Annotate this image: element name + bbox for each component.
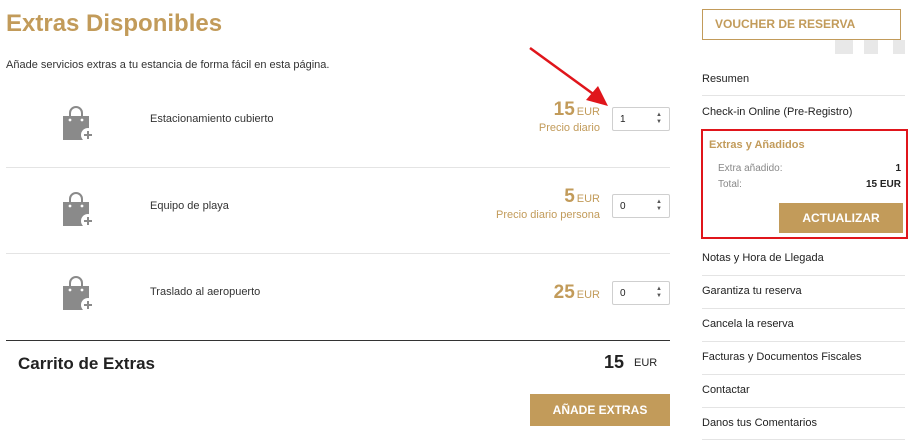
- sidebar-divider: [702, 308, 905, 309]
- panel-title[interactable]: Extras y Añadidos: [709, 139, 805, 151]
- price-currency: EUR: [576, 289, 600, 301]
- total-value: 15 EUR: [865, 179, 901, 190]
- quantity-select[interactable]: 0 ▲ ▼: [612, 194, 670, 218]
- select-arrows-icon: ▲ ▼: [656, 112, 662, 125]
- cart-amount: 15: [604, 352, 625, 372]
- select-arrows-icon: ▲ ▼: [656, 286, 662, 299]
- page-title: Extras Disponibles: [6, 10, 223, 37]
- extra-name: Traslado al aeropuerto: [150, 286, 261, 298]
- price-currency: EUR: [576, 193, 600, 205]
- extras-summary-panel: Extras y Añadidos Extra añadido: 1 Total…: [701, 129, 908, 239]
- sidebar-link-guarantee[interactable]: Garantiza tu reserva: [702, 285, 905, 297]
- sidebar-link-resumen[interactable]: Resumen: [702, 73, 905, 85]
- shopping-bag-add-icon: [63, 276, 95, 312]
- price-amount: 5: [564, 186, 575, 207]
- sidebar-divider: [702, 374, 905, 375]
- decorative-block: [864, 40, 878, 54]
- cart-currency: EUR: [634, 357, 658, 369]
- extra-item-beach-equipment: Equipo de playa 5 EUR Precio diario perso…: [6, 168, 670, 254]
- price-note: Precio diario persona: [496, 209, 600, 221]
- decorative-block: [893, 40, 905, 54]
- price-block: 25 EUR: [554, 282, 600, 304]
- decorative-block: [835, 40, 853, 54]
- sidebar-link-checkin[interactable]: Check-in Online (Pre-Registro): [702, 106, 905, 118]
- select-arrows-icon: ▲ ▼: [656, 199, 662, 212]
- update-button[interactable]: ACTUALIZAR: [779, 203, 903, 233]
- extra-added-value: 1: [895, 163, 901, 174]
- sidebar-link-feedback[interactable]: Danos tus Comentarios: [702, 417, 905, 429]
- sidebar-divider: [702, 95, 905, 96]
- shopping-bag-add-icon: [63, 192, 95, 228]
- sidebar-link-contact[interactable]: Contactar: [702, 384, 905, 396]
- page-subtitle: Añade servicios extras a tu estancia de …: [6, 59, 330, 71]
- quantity-select[interactable]: 1 ▲ ▼: [612, 107, 670, 131]
- extra-added-label: Extra añadido:: [718, 163, 783, 174]
- sidebar-divider: [702, 439, 905, 440]
- voucher-button[interactable]: VOUCHER DE RESERVA: [702, 9, 901, 40]
- sidebar-divider: [702, 407, 905, 408]
- annotation-arrow-icon: [529, 46, 608, 106]
- sidebar-link-invoices[interactable]: Facturas y Documentos Fiscales: [702, 351, 905, 363]
- quantity-value: 0: [620, 201, 626, 212]
- price-block: 5 EUR Precio diario persona: [496, 186, 600, 221]
- sidebar-link-notes[interactable]: Notas y Hora de Llegada: [702, 252, 905, 264]
- cart-title: Carrito de Extras: [18, 354, 155, 373]
- quantity-select[interactable]: 0 ▲ ▼: [612, 281, 670, 305]
- cart-divider: [6, 340, 670, 341]
- total-label: Total:: [718, 179, 742, 190]
- quantity-value: 0: [620, 288, 626, 299]
- sidebar-divider: [702, 341, 905, 342]
- price-amount: 25: [553, 282, 575, 303]
- price-note: Precio diario: [538, 122, 600, 134]
- add-extras-button[interactable]: AÑADE EXTRAS: [530, 394, 670, 426]
- extra-name: Estacionamiento cubierto: [150, 113, 274, 125]
- shopping-bag-add-icon: [63, 106, 95, 142]
- quantity-value: 1: [620, 114, 626, 125]
- sidebar-divider: [702, 275, 905, 276]
- extra-item-airport-transfer: Traslado al aeropuerto 25 EUR 0 ▲ ▼: [6, 254, 670, 340]
- sidebar-link-cancel[interactable]: Cancela la reserva: [702, 318, 905, 330]
- extra-name: Equipo de playa: [150, 200, 229, 212]
